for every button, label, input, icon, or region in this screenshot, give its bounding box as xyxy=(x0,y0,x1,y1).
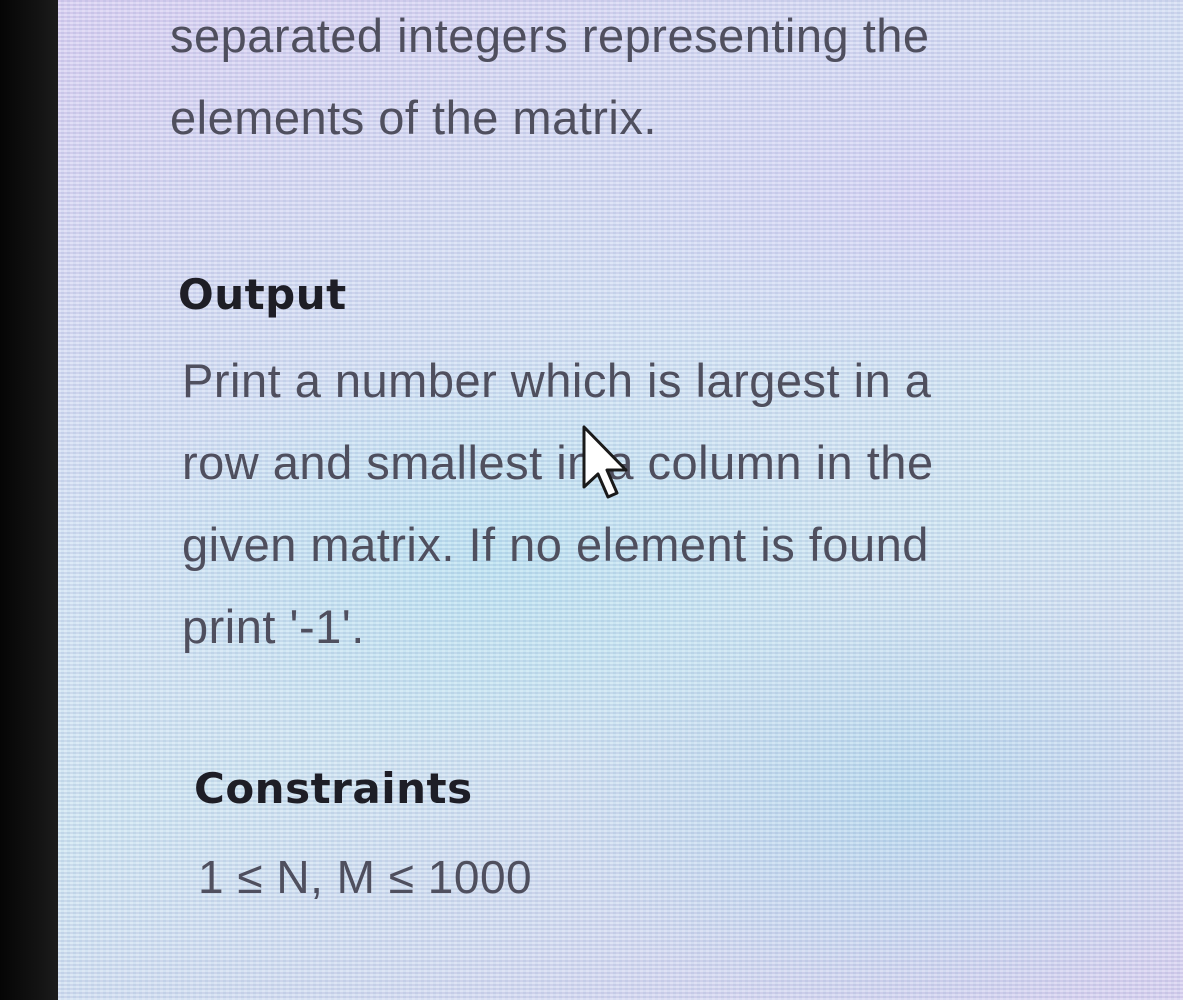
arrow-pointer-icon xyxy=(582,425,628,499)
output-heading: Output xyxy=(178,270,347,319)
intro-line: elements of the matrix. xyxy=(170,91,657,144)
output-line: given matrix. If no element is found xyxy=(182,518,929,571)
input-description-tail: separated integers representing the elem… xyxy=(170,0,930,159)
intro-line: separated integers representing the xyxy=(170,9,930,62)
output-line: print '-1'. xyxy=(182,600,365,653)
constraints-text: 1 ≤ N, M ≤ 1000 xyxy=(198,851,533,903)
output-line: row and smallest in a column in the xyxy=(182,436,934,489)
output-description: Print a number which is largest in a row… xyxy=(182,340,934,668)
output-line: Print a number which is largest in a xyxy=(182,354,932,407)
constraints-heading: Constraints xyxy=(194,764,473,813)
monitor-bezel xyxy=(0,0,58,1000)
problem-statement-panel: separated integers representing the elem… xyxy=(58,0,1183,1000)
